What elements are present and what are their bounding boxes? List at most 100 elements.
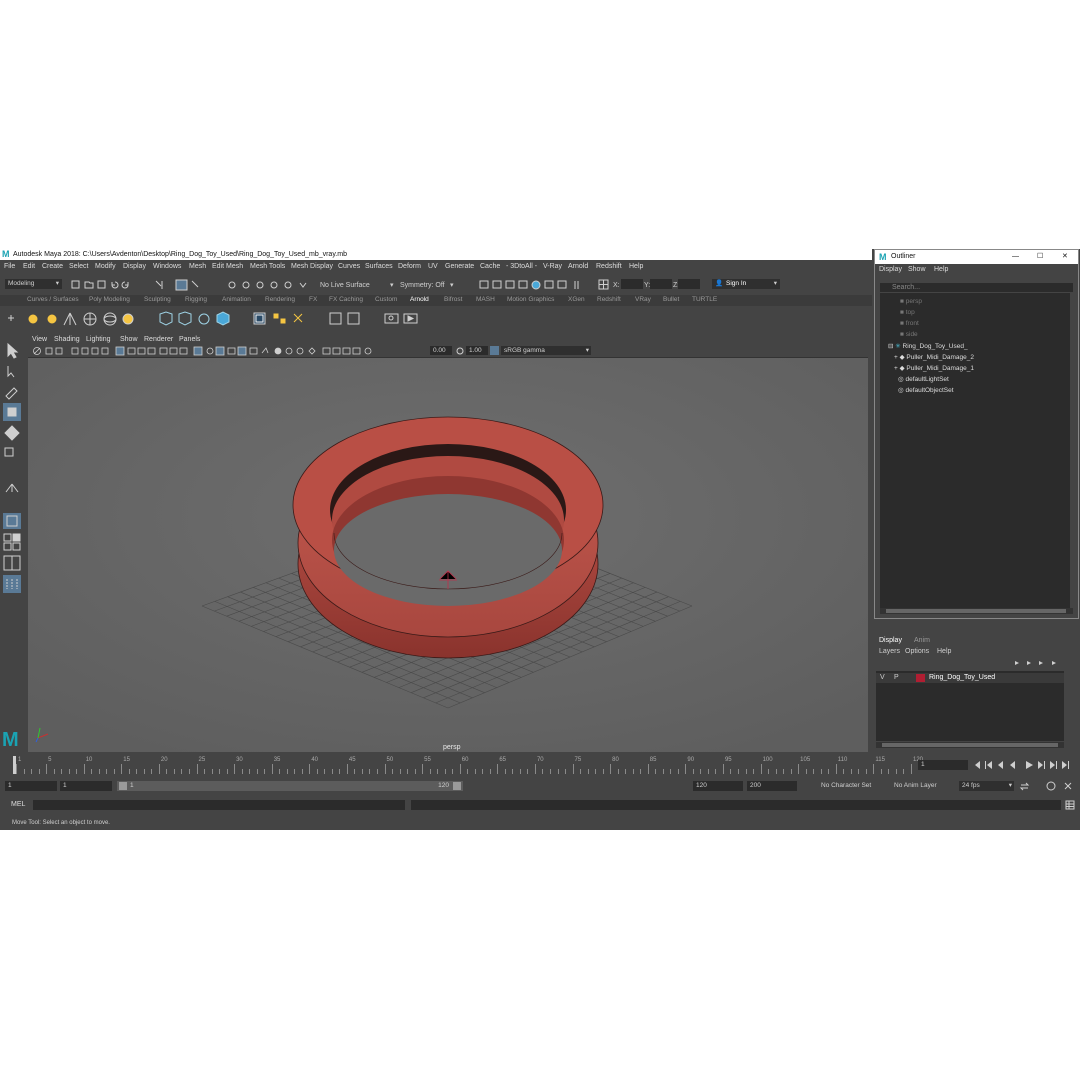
toolbox-icons[interactable]: M — [0, 334, 25, 754]
y-field[interactable] — [650, 279, 672, 289]
render-icons[interactable] — [478, 279, 588, 291]
maximize-icon[interactable]: ☐ — [1037, 250, 1043, 264]
layers-menu-help[interactable]: Help — [937, 648, 951, 655]
layer-visibility-toggle[interactable]: V — [880, 674, 885, 681]
mel-label[interactable]: MEL — [11, 801, 25, 808]
shelf-tab-redshift[interactable]: Redshift — [597, 296, 621, 303]
live-surface-label[interactable]: No Live Surface — [320, 282, 370, 289]
menu-mesh[interactable]: Mesh — [189, 260, 206, 273]
shelf-tab-motion-graphics[interactable]: Motion Graphics — [507, 296, 554, 303]
shelf-tab-arnold[interactable]: Arnold — [410, 296, 429, 303]
menu-surfaces[interactable]: Surfaces — [365, 260, 393, 273]
menu-uv[interactable]: UV — [428, 260, 438, 273]
shelf-tab-fx[interactable]: FX — [309, 296, 317, 303]
outliner-item-puller-2[interactable]: + ◆ Puller_Midi_Damage_2 — [894, 353, 974, 361]
scene-start-field[interactable]: 1 — [5, 781, 57, 791]
layers-menu-options[interactable]: Options — [905, 648, 929, 655]
script-editor-icon[interactable] — [1065, 800, 1075, 810]
viewport-menu-renderer[interactable]: Renderer — [144, 336, 173, 343]
exposure-field[interactable]: 0.00 — [430, 346, 452, 355]
expand-icon[interactable]: + — [894, 354, 898, 361]
outliner-item-puller-1[interactable]: + ◆ Puller_Midi_Damage_1 — [894, 364, 974, 372]
playback-end-field[interactable]: 120 — [693, 781, 743, 791]
shelf-tab-fx-caching[interactable]: FX Caching — [329, 296, 363, 303]
shelf-tab-animation[interactable]: Animation — [222, 296, 251, 303]
viewport-toolbar-icons[interactable] — [32, 346, 422, 356]
outliner-item-persp[interactable]: ■ persp — [900, 298, 922, 305]
shelf-tab-mash[interactable]: MASH — [476, 296, 495, 303]
menu-windows[interactable]: Windows — [153, 260, 181, 273]
playback-start-field[interactable]: 1 — [60, 781, 112, 791]
layers-menu-layers[interactable]: Layers — [879, 648, 900, 655]
layer-name[interactable]: Ring_Dog_Toy_Used — [929, 674, 995, 681]
grid-snap-icon[interactable] — [598, 279, 610, 291]
shelf-tab-bullet[interactable]: Bullet — [663, 296, 679, 303]
outliner-item-ring-dog-toy[interactable]: ⊟ ✳ Ring_Dog_Toy_Used_ — [888, 342, 968, 350]
arnold-shelf-icons[interactable] — [6, 311, 426, 329]
range-handle-start[interactable] — [119, 782, 127, 790]
current-time-indicator[interactable] — [13, 756, 16, 774]
viewport-menu-panels[interactable]: Panels — [179, 336, 200, 343]
menu-mesh-tools[interactable]: Mesh Tools — [250, 260, 285, 273]
playback-controls[interactable] — [972, 760, 1078, 770]
layer-color-swatch[interactable] — [916, 674, 925, 682]
menu-deform[interactable]: Deform — [398, 260, 421, 273]
shelf-tab-poly-modeling[interactable]: Poly Modeling — [89, 296, 130, 303]
menu-3dtoall[interactable]: - 3DtoAll - — [506, 260, 537, 273]
outliner-item-side[interactable]: ■ side — [900, 331, 918, 338]
x-field[interactable] — [621, 279, 643, 289]
outliner-scrollbar[interactable] — [880, 608, 1073, 614]
outliner-tree[interactable]: ■ persp ■ top ■ front ■ side ⊟ ✳ Ring_Do… — [880, 293, 1070, 610]
outliner-search-input[interactable]: Search... — [880, 283, 1073, 292]
menu-arnold[interactable]: Arnold — [568, 260, 588, 273]
outliner-item-default-object-set[interactable]: ◎ defaultObjectSet — [898, 386, 954, 394]
close-icon[interactable]: ✕ — [1062, 250, 1068, 264]
menu-file[interactable]: File — [4, 260, 15, 273]
layer-row[interactable]: V P Ring_Dog_Toy_Used — [876, 673, 1064, 683]
viewport-menu-show[interactable]: Show — [120, 336, 138, 343]
shelf-tab-vray[interactable]: VRay — [635, 296, 651, 303]
playback-options-icons[interactable] — [1019, 781, 1079, 792]
ring-dog-toy-mesh[interactable] — [292, 416, 604, 659]
3d-scene[interactable]: persp — [28, 358, 868, 752]
fps-select[interactable]: 24 fps ▾ — [959, 781, 1014, 791]
status-toolbar-icons[interactable] — [70, 279, 350, 291]
character-set-select[interactable]: No Character Set — [818, 781, 886, 791]
tab-anim[interactable]: Anim — [914, 637, 930, 644]
shelf-tab-sculpting[interactable]: Sculpting — [144, 296, 171, 303]
viewport-menu-shading[interactable]: Shading — [54, 336, 80, 343]
menu-vray[interactable]: V-Ray — [543, 260, 562, 273]
time-slider[interactable]: 1 5 10 15 20 25 30 35 40 45 50 55 60 65 70 75 80 85 90 95 10… — [0, 756, 1080, 774]
shelf-tab-xgen[interactable]: XGen — [568, 296, 585, 303]
viewport-menu-view[interactable]: View — [32, 336, 47, 343]
symmetry-label[interactable]: Symmetry: Off — [400, 282, 445, 289]
shelf-tab-turtle[interactable]: TURTLE — [692, 296, 717, 303]
current-frame-field[interactable]: 1 — [918, 760, 968, 770]
layer-action-icons[interactable] — [1012, 658, 1067, 668]
outliner-item-top[interactable]: ■ top — [900, 309, 915, 316]
range-slider[interactable]: 1 1 1 120 120 200 No Character Set No An… — [0, 776, 1080, 794]
scene-canvas[interactable]: persp — [28, 358, 868, 752]
range-bar[interactable]: 1 120 — [117, 781, 463, 791]
command-input[interactable] — [33, 800, 405, 810]
tab-display[interactable]: Display — [879, 637, 902, 644]
menu-edit-mesh[interactable]: Edit Mesh — [212, 260, 243, 273]
range-handle-end[interactable] — [453, 782, 461, 790]
time-ruler[interactable]: 1 5 10 15 20 25 30 35 40 45 50 55 60 65 70 75 80 85 90 95 10… — [5, 756, 923, 774]
outliner-menu-show[interactable]: Show — [908, 266, 926, 273]
outliner-menu-display[interactable]: Display — [879, 266, 902, 273]
menu-mesh-display[interactable]: Mesh Display — [291, 260, 333, 273]
shelf-tab-custom[interactable]: Custom — [375, 296, 397, 303]
expand-icon[interactable]: + — [894, 365, 898, 372]
shelf-tab-curves-surfaces[interactable]: Curves / Surfaces — [27, 296, 79, 303]
menu-select[interactable]: Select — [69, 260, 88, 273]
shelf-tab-rigging[interactable]: Rigging — [185, 296, 207, 303]
menu-curves[interactable]: Curves — [338, 260, 360, 273]
viewport-panel[interactable]: View Shading Lighting Show Renderer Pane… — [28, 335, 868, 752]
anim-layer-select[interactable]: No Anim Layer — [891, 781, 951, 791]
color-management-icon[interactable] — [490, 346, 499, 355]
collapse-icon[interactable]: ⊟ — [888, 343, 893, 350]
menu-create[interactable]: Create — [42, 260, 63, 273]
sign-in-button[interactable]: 👤 Sign In ▾ — [712, 279, 780, 289]
menu-modify[interactable]: Modify — [95, 260, 116, 273]
